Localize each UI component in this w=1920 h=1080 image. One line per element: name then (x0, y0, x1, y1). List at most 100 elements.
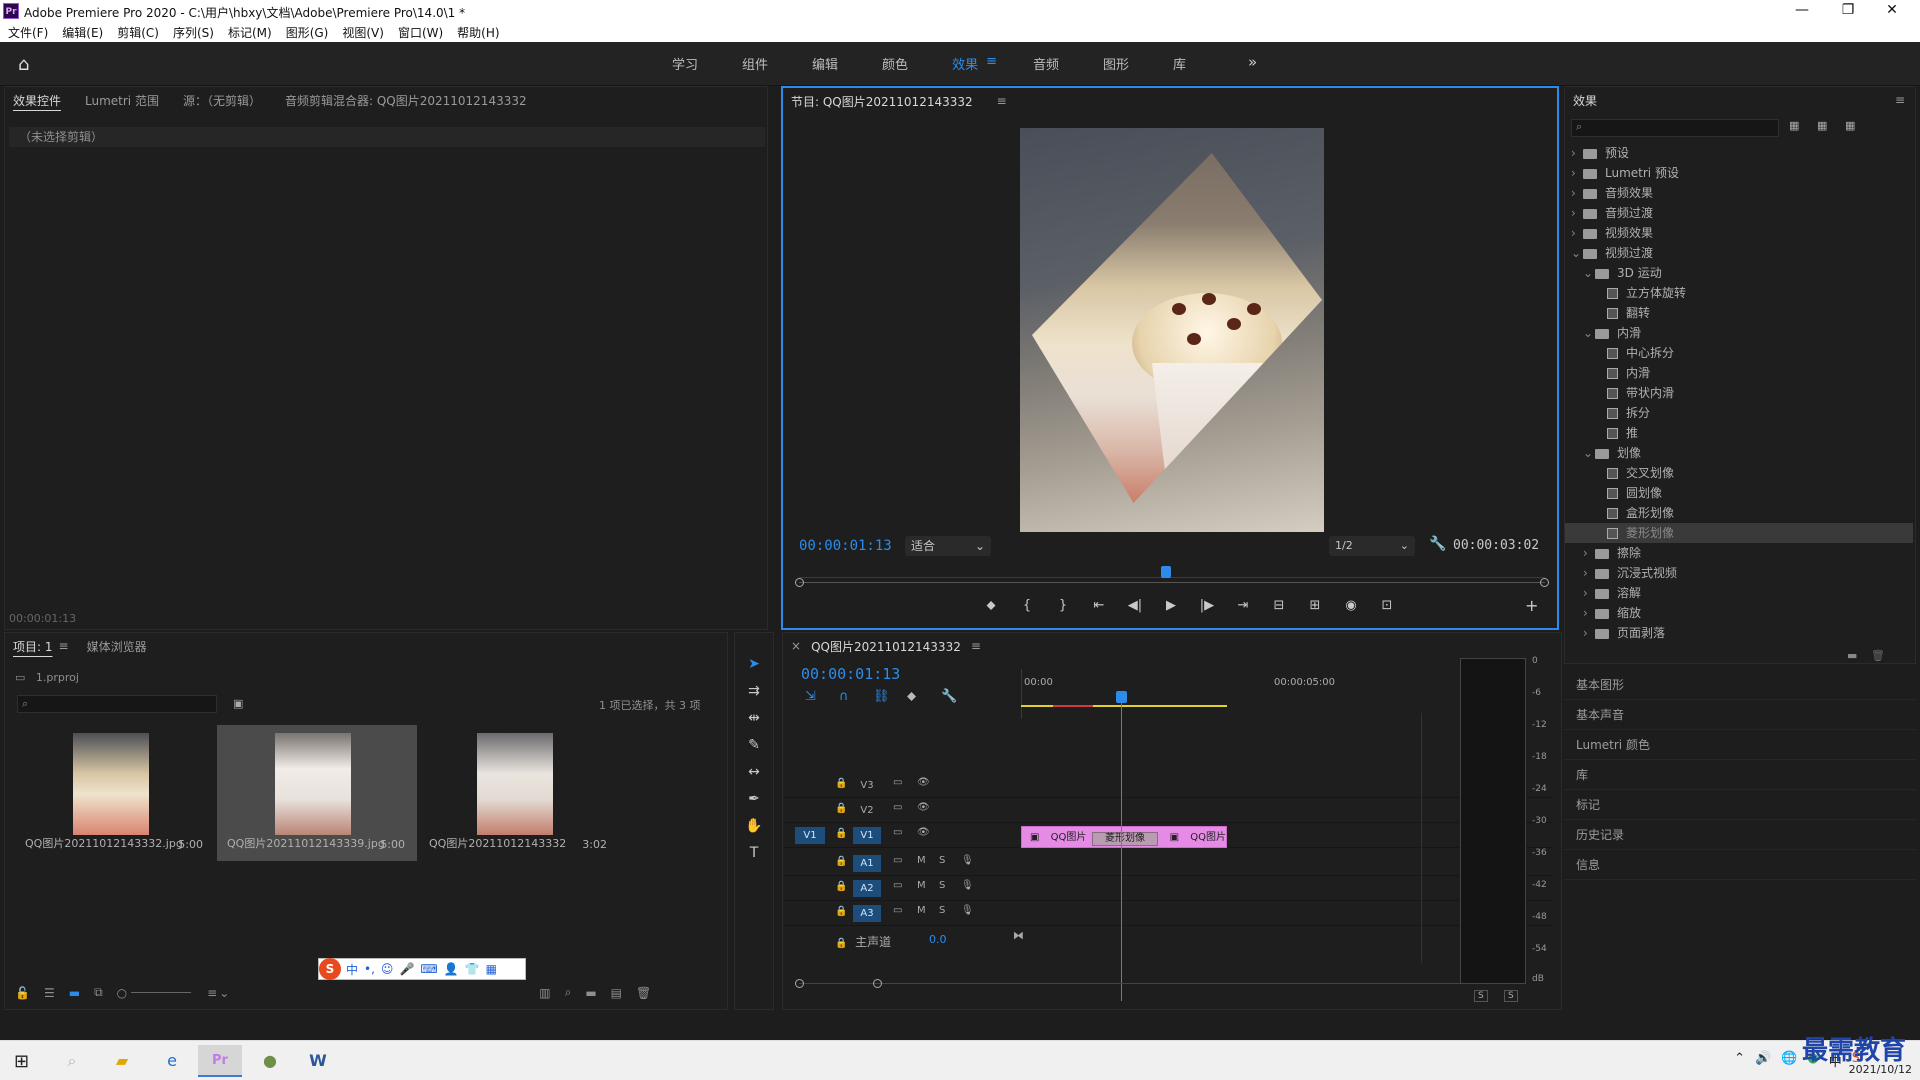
mark-in-button[interactable]: { (1009, 598, 1045, 613)
tab-audio-clip-mixer[interactable]: 音频剪辑混合器: QQ图片20211012143332 (285, 92, 527, 109)
ime-emoji-icon[interactable]: ☺ (381, 962, 394, 976)
effects-folder[interactable]: › Lumetri 预设 (1565, 163, 1913, 183)
effect-item[interactable]: 菱形划像 (1565, 523, 1913, 543)
lock-icon[interactable]: 🔒 (835, 778, 847, 789)
delete-icon[interactable]: 🗑 (1871, 649, 1885, 662)
panel-info[interactable]: 信息 (1564, 850, 1916, 880)
sogou-logo-icon[interactable]: S (319, 958, 341, 980)
effects-folder[interactable]: › 页面剥落 (1565, 623, 1913, 643)
list-view-icon[interactable]: ☰ (44, 986, 55, 1000)
effect-item[interactable]: 立方体旋转 (1565, 283, 1913, 303)
track-name[interactable]: A2 (853, 880, 881, 897)
menu-window[interactable]: 窗口(W) (398, 24, 443, 41)
effects-folder[interactable]: › 音频过渡 (1565, 203, 1913, 223)
eye-icon[interactable]: 👁 (917, 777, 930, 788)
panel-menu-icon[interactable]: ≡ (59, 639, 69, 653)
add-marker-button[interactable]: ⬥ (973, 598, 1009, 613)
go-to-in-button[interactable]: ⇤ (1081, 598, 1117, 613)
panel-markers[interactable]: 标记 (1564, 790, 1916, 820)
playback-resolution-select[interactable]: 1/2 ⌄ (1329, 536, 1415, 556)
lock-icon[interactable]: 🔒 (835, 856, 847, 867)
hand-tool-icon[interactable]: ✋ (735, 813, 773, 840)
scrub-end-handle[interactable] (1540, 578, 1549, 587)
project-item-selected[interactable]: QQ图片20211012143339.jpg 5:00 (217, 725, 417, 861)
workspace-learn[interactable]: 学习 (672, 54, 698, 73)
chevron-right-icon[interactable]: › (1571, 203, 1583, 223)
zoom-slider[interactable] (131, 992, 192, 993)
freeform-view-icon[interactable]: ⧉ (94, 985, 103, 1000)
nest-icon[interactable]: ⇲ (805, 689, 839, 704)
lock-icon[interactable]: 🔒 (835, 881, 847, 892)
track-name[interactable]: V3 (853, 777, 881, 794)
timeline-playhead[interactable] (1116, 691, 1127, 1001)
solo-button[interactable]: S (939, 880, 945, 891)
ime-user-icon[interactable]: 👤 (444, 962, 459, 976)
track-name[interactable]: V1 (853, 827, 881, 844)
lift-button[interactable]: ⊟ (1261, 598, 1297, 613)
sync-lock-icon[interactable]: ▭ (893, 827, 902, 838)
effect-item[interactable]: 内滑 (1565, 363, 1913, 383)
program-viewer[interactable] (1020, 128, 1324, 532)
ime-punctuation[interactable]: •, (364, 962, 375, 976)
chevron-right-icon[interactable]: › (1583, 603, 1595, 623)
chevron-down-icon[interactable]: ⌄ (1583, 263, 1595, 283)
panel-essential-sound[interactable]: 基本声音 (1564, 700, 1916, 730)
workspace-color[interactable]: 颜色 (882, 54, 908, 73)
sync-lock-icon[interactable]: ▭ (893, 905, 902, 916)
new-bin-icon[interactable]: ▬ (1847, 649, 1857, 662)
find-icon[interactable]: ⌕ (565, 985, 572, 1000)
add-marker-icon[interactable]: ⬥ (907, 689, 941, 704)
yuv-effects-icon[interactable]: ▦ (1845, 119, 1855, 132)
pen-tool-icon[interactable]: ✒ (735, 786, 773, 813)
premiere-taskbar-icon[interactable]: Pr (198, 1045, 242, 1077)
ime-toolbar[interactable]: S 中 •, ☺ 🎤 ⌨ 👤 👕 ▦ (318, 958, 526, 980)
chevron-right-icon[interactable]: › (1571, 223, 1583, 243)
menu-graphics[interactable]: 图形(G) (286, 24, 329, 41)
network-icon[interactable]: 🌐 (1781, 1051, 1797, 1070)
sort-icon[interactable]: ≡ (207, 986, 217, 1000)
lock-icon[interactable]: 🔒 (835, 803, 847, 814)
step-forward-button[interactable]: |▶ (1189, 598, 1225, 613)
work-area-bar[interactable] (1021, 705, 1227, 707)
effect-item[interactable]: 交叉划像 (1565, 463, 1913, 483)
chevron-right-icon[interactable]: › (1583, 623, 1595, 643)
ime-voice-icon[interactable]: 🎤 (399, 962, 414, 976)
snap-magnet-icon[interactable]: ∩ (839, 689, 873, 704)
close-button[interactable]: ✕ (1872, 2, 1912, 18)
solo-button[interactable]: S (939, 905, 945, 916)
voice-over-icon[interactable]: 🎙 (961, 905, 974, 916)
panel-essential-graphics[interactable]: 基本图形 (1564, 670, 1916, 700)
workspace-assembly[interactable]: 组件 (742, 54, 768, 73)
tab-project[interactable]: 项目: 1 (13, 638, 53, 655)
mute-button[interactable]: M (917, 855, 926, 866)
track-name[interactable]: A1 (853, 855, 881, 872)
effect-item[interactable]: 圆划像 (1565, 483, 1913, 503)
zoom-fit-select[interactable]: 适合 ⌄ (905, 536, 991, 556)
maximize-button[interactable]: ❐ (1828, 2, 1868, 18)
chevron-down-icon[interactable]: ⌄ (1583, 443, 1595, 463)
workspace-menu-icon[interactable]: ≡ (986, 54, 997, 73)
extract-button[interactable]: ⊞ (1297, 598, 1333, 613)
workspace-editing[interactable]: 编辑 (812, 54, 838, 73)
chevron-right-icon[interactable]: › (1583, 563, 1595, 583)
menu-file[interactable]: 文件(F) (8, 24, 48, 41)
effect-item[interactable]: 带状内滑 (1565, 383, 1913, 403)
effects-folder[interactable]: › 沉浸式视频 (1565, 563, 1913, 583)
menu-edit[interactable]: 编辑(E) (62, 24, 103, 41)
new-search-bin-icon[interactable]: ▣ (233, 697, 243, 710)
diamond-wipe-transition[interactable]: 菱形划像 (1092, 832, 1158, 846)
chevron-right-icon[interactable]: › (1571, 183, 1583, 203)
tab-effect-controls[interactable]: 效果控件 (13, 92, 61, 109)
zoom-end-handle[interactable] (873, 979, 882, 988)
panel-libraries[interactable]: 库 (1564, 760, 1916, 790)
go-to-out-button[interactable]: ⇥ (1225, 598, 1261, 613)
menu-help[interactable]: 帮助(H) (457, 24, 499, 41)
razor-tool-icon[interactable]: ✎ (735, 732, 773, 759)
mark-out-button[interactable]: } (1045, 598, 1081, 613)
effects-folder[interactable]: › 预设 (1565, 143, 1913, 163)
word-icon[interactable]: W (296, 1045, 340, 1077)
track-name[interactable]: A3 (853, 905, 881, 922)
automate-to-sequence-icon[interactable]: ▥ (539, 986, 550, 1000)
sync-lock-icon[interactable]: ▭ (893, 880, 902, 891)
mute-button[interactable]: M (917, 905, 926, 916)
